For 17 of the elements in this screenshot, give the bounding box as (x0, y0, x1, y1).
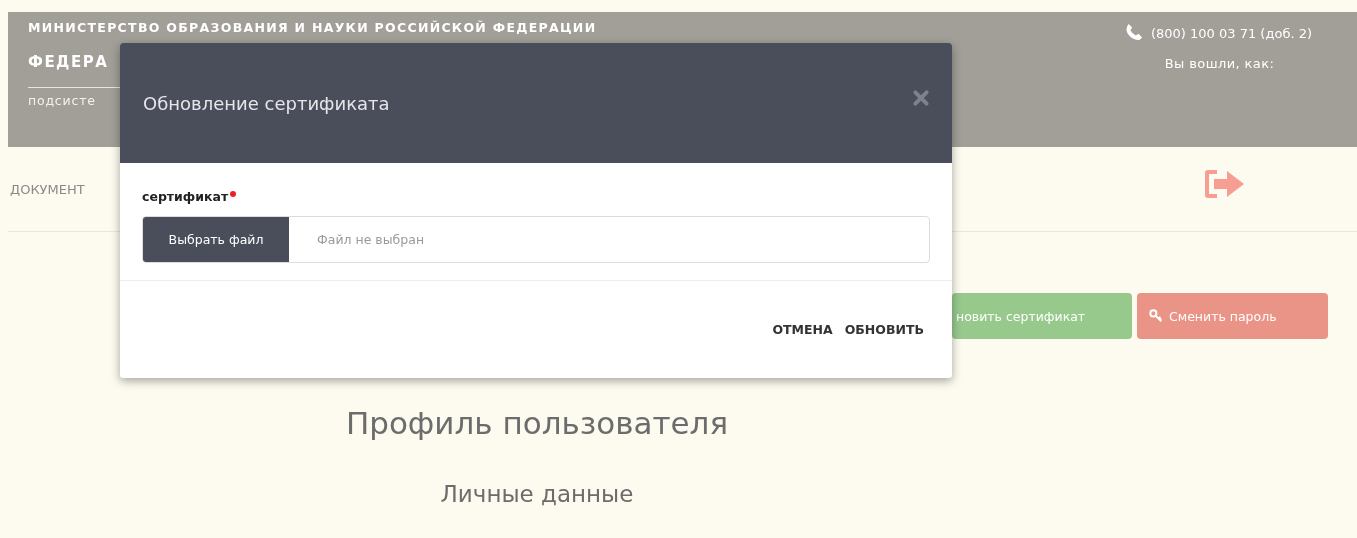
modal-title: Обновление сертификата (143, 92, 390, 114)
phone-number: (800) 100 03 71 (доб. 2) (1150, 25, 1313, 43)
phone-icon (1125, 23, 1143, 41)
page-title: Профиль пользователя (344, 405, 730, 441)
file-input[interactable]: Выбрать файл Файл не выбран (142, 216, 930, 263)
update-button[interactable]: ОБНОВИТЬ (840, 318, 928, 341)
field-label: сертификат (142, 189, 229, 204)
cancel-button[interactable]: ОТМЕНА (768, 318, 837, 341)
choose-file-button[interactable]: Выбрать файл (143, 217, 289, 262)
key-icon (1149, 309, 1163, 323)
file-placeholder: Файл не выбран (317, 232, 425, 247)
section-title: Личные данные (439, 481, 635, 507)
organization-name: ФЕДЕРА (28, 53, 109, 71)
close-icon[interactable] (912, 89, 930, 107)
login-label: Вы вошли, как: (1164, 56, 1275, 71)
subsystem-name: подсисте (28, 93, 96, 108)
ministry-title: МИНИСТЕРСТВО ОБРАЗОВАНИЯ И НАУКИ РОССИЙСКОЙ ФЕДЕРАЦИИ (28, 20, 597, 35)
